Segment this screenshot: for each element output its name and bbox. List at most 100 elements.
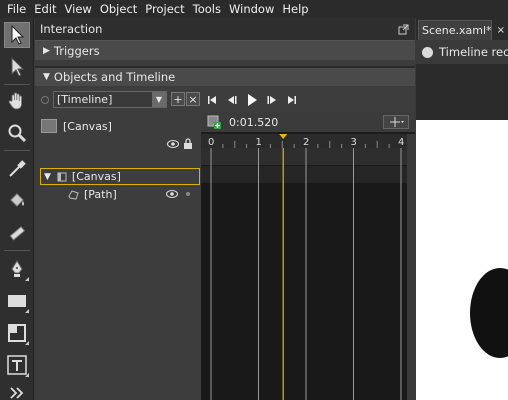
zoom-tool-button[interactable] bbox=[4, 120, 30, 146]
storyboard-icon bbox=[41, 96, 49, 104]
next-frame-button[interactable] bbox=[262, 91, 282, 109]
last-frame-icon bbox=[288, 96, 296, 104]
rectangle-icon bbox=[8, 295, 26, 307]
scope-up-icon[interactable] bbox=[41, 119, 57, 133]
recording-status-bar: Timeline recording is on bbox=[416, 40, 508, 64]
objects-tree: [Canvas] ▼ [Canvas] [Path] bbox=[35, 112, 201, 400]
menu-project[interactable]: Project bbox=[142, 2, 189, 16]
collapse-arrow-icon: ▼ bbox=[43, 72, 50, 82]
lock-icon[interactable] bbox=[183, 138, 193, 149]
brush-tool-button[interactable] bbox=[4, 220, 30, 246]
expand-arrow-icon: ▶ bbox=[43, 45, 50, 56]
objects-timeline-section-header[interactable]: ▼ Objects and Timeline bbox=[35, 66, 415, 86]
new-storyboard-button[interactable]: + bbox=[171, 92, 185, 106]
objects-timeline-pane: [Timeline] ▼ + × [Canvas] ▼ [Canvas] [Pa… bbox=[35, 88, 415, 400]
go-to-first-frame-button[interactable] bbox=[202, 91, 222, 109]
path-icon bbox=[68, 189, 79, 200]
timeline-track-row[interactable] bbox=[201, 166, 407, 183]
paint-bucket-icon bbox=[10, 193, 24, 207]
text-icon bbox=[7, 355, 27, 375]
selection-tool-button[interactable] bbox=[4, 22, 30, 48]
tree-item-canvas[interactable]: ▼ [Canvas] bbox=[40, 168, 200, 185]
menu-object[interactable]: Object bbox=[97, 2, 142, 16]
previous-frame-icon bbox=[228, 96, 237, 104]
ruler-tick-label: 3 bbox=[351, 137, 357, 148]
document-tab-strip: Scene.xaml* × bbox=[416, 18, 508, 40]
lock-toggle-dot-icon[interactable] bbox=[186, 192, 190, 196]
ruler-tick-label: 2 bbox=[303, 137, 309, 148]
triggers-section-header[interactable]: ▶ Triggers bbox=[35, 40, 415, 60]
toolbox-divider bbox=[4, 150, 30, 151]
paint-bucket-tool-button[interactable] bbox=[4, 188, 30, 214]
toolbox-divider bbox=[4, 84, 30, 85]
pen-icon bbox=[11, 260, 23, 277]
interaction-panel: Interaction ▶ Triggers ▼ Objects and Tim… bbox=[35, 18, 415, 400]
selection-arrow-icon bbox=[11, 25, 25, 45]
timeline-ruler[interactable]: 0 1 2 3 4 bbox=[201, 134, 407, 148]
timeline-track-row[interactable] bbox=[201, 148, 407, 165]
direct-selection-icon bbox=[11, 57, 25, 77]
plus-icon: + bbox=[173, 92, 183, 106]
timeline-toolbar: [Timeline] ▼ + × bbox=[35, 90, 415, 112]
ruler-tick-label: 0 bbox=[208, 137, 214, 148]
eyedropper-icon bbox=[9, 160, 26, 177]
pan-tool-button[interactable] bbox=[4, 88, 30, 114]
eyedropper-tool-button[interactable] bbox=[4, 156, 30, 182]
pen-tool-button[interactable] bbox=[4, 256, 30, 282]
pan-hand-icon bbox=[8, 92, 22, 110]
snapping-button[interactable] bbox=[383, 115, 409, 129]
document-tab-label: Scene.xaml* bbox=[422, 24, 492, 37]
menu-view[interactable]: View bbox=[62, 2, 97, 16]
play-icon bbox=[248, 94, 257, 106]
flyout-indicator-icon bbox=[25, 341, 29, 345]
timeline-area: 0:01.520 0 1 2 3 4 bbox=[201, 112, 415, 400]
menu-file[interactable]: File bbox=[4, 2, 31, 16]
eye-icon[interactable] bbox=[166, 189, 178, 199]
toolbox-divider bbox=[4, 250, 30, 251]
canvas-icon bbox=[57, 172, 67, 181]
timeline-vertical-scrollbar[interactable] bbox=[407, 134, 415, 400]
brush-icon bbox=[9, 226, 25, 241]
text-tool-button[interactable] bbox=[4, 352, 30, 378]
menu-window[interactable]: Window bbox=[226, 2, 279, 16]
collapse-arrow-icon[interactable]: ▼ bbox=[44, 172, 51, 182]
recording-status-label: Timeline recording is on bbox=[439, 45, 508, 59]
tree-item-path[interactable]: [Path] bbox=[40, 186, 200, 203]
play-button[interactable] bbox=[242, 91, 262, 109]
menu-tools[interactable]: Tools bbox=[190, 2, 226, 16]
rectangle-tool-button[interactable] bbox=[4, 288, 30, 314]
artboard-margin bbox=[416, 64, 508, 120]
close-storyboard-button[interactable]: × bbox=[186, 92, 200, 106]
previous-frame-button[interactable] bbox=[222, 91, 242, 109]
timeline-tracks[interactable] bbox=[201, 148, 407, 400]
go-to-last-frame-button[interactable] bbox=[282, 91, 302, 109]
close-tab-icon[interactable]: × bbox=[497, 25, 505, 36]
direct-selection-tool-button[interactable] bbox=[4, 54, 30, 80]
more-tools-button[interactable] bbox=[4, 380, 30, 400]
artboard[interactable] bbox=[416, 120, 508, 400]
document-tab[interactable]: Scene.xaml* × bbox=[418, 20, 505, 40]
snap-crosshair-icon bbox=[390, 117, 404, 127]
menu-help[interactable]: Help bbox=[279, 2, 313, 16]
menu-edit[interactable]: Edit bbox=[31, 2, 61, 16]
layout-tool-button[interactable] bbox=[4, 320, 30, 346]
ruler-tick-label: 4 bbox=[398, 137, 404, 148]
scope-root[interactable]: [Canvas] bbox=[41, 116, 197, 152]
playhead-handle[interactable] bbox=[279, 134, 288, 139]
undock-icon[interactable] bbox=[398, 24, 409, 35]
menubar: File Edit View Object Project Tools Wind… bbox=[0, 0, 508, 18]
next-frame-icon bbox=[267, 96, 276, 104]
record-keyframe-icon[interactable] bbox=[207, 115, 221, 129]
tree-item-label: [Path] bbox=[84, 188, 117, 201]
triggers-label: Triggers bbox=[53, 43, 100, 58]
current-time[interactable]: 0:01.520 bbox=[229, 116, 278, 129]
timeline-dropdown[interactable]: [Timeline] ▼ bbox=[53, 91, 167, 108]
zoom-icon bbox=[8, 124, 27, 143]
first-frame-icon bbox=[208, 96, 216, 104]
record-indicator-icon[interactable] bbox=[422, 46, 433, 58]
flyout-indicator-icon bbox=[25, 373, 29, 377]
chevron-down-icon[interactable]: ▼ bbox=[152, 92, 166, 107]
flyout-indicator-icon bbox=[25, 309, 29, 313]
eye-icon[interactable] bbox=[167, 139, 179, 149]
timeline-dropdown-value: [Timeline] bbox=[57, 93, 113, 106]
